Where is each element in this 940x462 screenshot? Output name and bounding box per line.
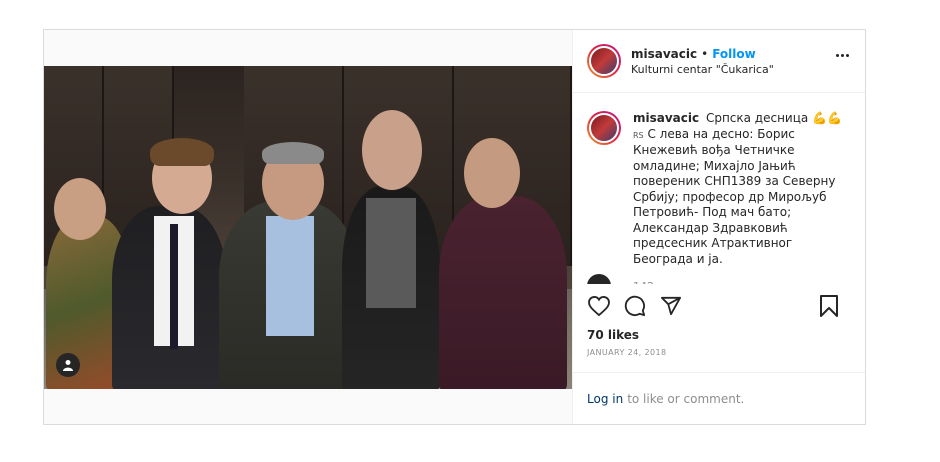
person-4-shirt xyxy=(366,198,416,308)
caption-text-2: С лева на десно: Борис Кнежевић вођа Чет… xyxy=(633,126,836,266)
profile-avatar[interactable] xyxy=(587,44,621,78)
person-2-tie xyxy=(170,224,178,349)
likes-count[interactable]: 70 likes xyxy=(573,328,865,342)
person-2-hair xyxy=(150,138,214,166)
post-photo[interactable] xyxy=(44,66,572,389)
header-text: misavacic • Follow Kulturni centar "Čuka… xyxy=(631,47,774,76)
more-dot xyxy=(846,54,849,57)
caption-body: misavacic Српска десница 💪💪 RS С лева на … xyxy=(633,111,843,284)
login-text: to like or comment. xyxy=(627,391,745,406)
caption-text-1: Српска десница xyxy=(705,111,809,125)
flexed-biceps-emoji: 💪💪 xyxy=(812,111,842,125)
bookmark-icon-svg xyxy=(820,295,838,317)
action-bar xyxy=(573,284,865,328)
login-bar: Log in to like or comment. xyxy=(573,372,865,424)
person-silhouette-icon xyxy=(63,360,73,371)
login-link[interactable]: Log in xyxy=(587,392,623,406)
person-4-head xyxy=(362,110,422,190)
location-link[interactable]: Kulturni centar "Čukarica" xyxy=(631,63,774,76)
heart-icon[interactable] xyxy=(587,294,611,318)
caption-row: misavacic Српска десница 💪💪 RS С лева на … xyxy=(587,111,851,284)
person-5 xyxy=(439,196,567,389)
header-username[interactable]: misavacic xyxy=(631,47,697,61)
instagram-post: misavacic • Follow Kulturni centar "Čuka… xyxy=(43,29,866,425)
user-tag-icon[interactable] xyxy=(56,353,80,377)
post-header: misavacic • Follow Kulturni centar "Čuka… xyxy=(573,30,865,93)
person-3-shirt xyxy=(266,216,314,336)
more-dot xyxy=(836,54,839,57)
more-dot xyxy=(841,54,844,57)
comment-icon[interactable] xyxy=(623,294,647,318)
caption-avatar[interactable] xyxy=(587,111,621,145)
bookmark-icon[interactable] xyxy=(817,294,841,318)
profile-avatar-image xyxy=(589,46,619,76)
comment-icon-svg xyxy=(624,295,646,317)
flag-rs: RS xyxy=(633,130,644,140)
caption-username[interactable]: misavacic xyxy=(633,111,699,125)
person-5-head xyxy=(464,138,520,208)
caption-avatar-image xyxy=(589,113,619,143)
post-media xyxy=(44,30,572,424)
person-1-head xyxy=(54,178,106,240)
share-icon[interactable] xyxy=(659,294,683,318)
header-line: misavacic • Follow xyxy=(631,47,774,61)
share-icon-svg xyxy=(661,296,681,316)
caption-area: misavacic Српска десница 💪💪 RS С лева на … xyxy=(573,93,865,284)
post-sidebar: misavacic • Follow Kulturni centar "Čuka… xyxy=(572,30,865,424)
more-options-icon[interactable] xyxy=(836,54,849,57)
follow-button[interactable]: Follow xyxy=(712,47,756,61)
heart-icon-svg xyxy=(588,296,610,316)
separator-dot: • xyxy=(701,46,709,61)
post-date: January 24, 2018 xyxy=(587,348,667,357)
person-3-hair xyxy=(262,142,324,164)
